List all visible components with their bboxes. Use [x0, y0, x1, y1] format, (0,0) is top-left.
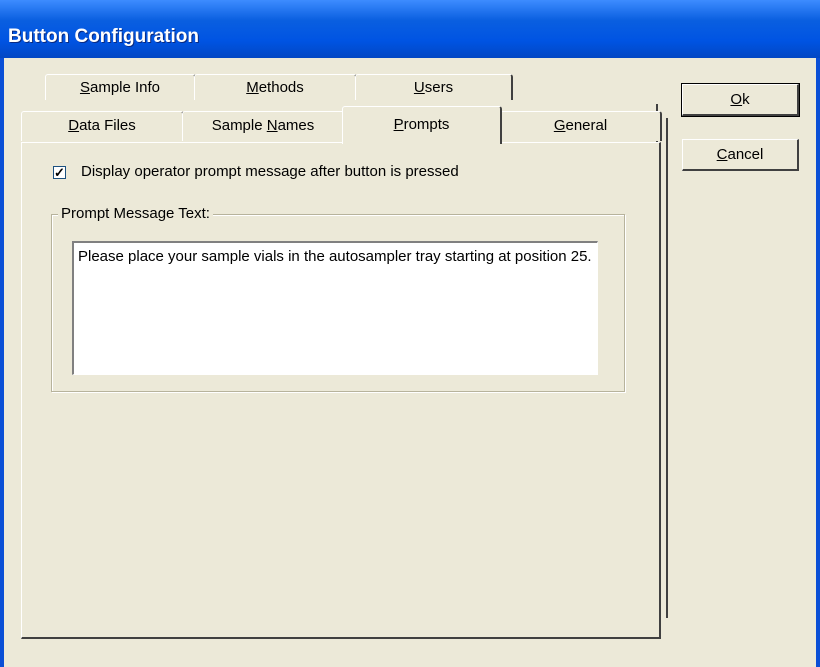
- tab-label: Prompts: [393, 116, 450, 133]
- display-prompt-label[interactable]: Display operator prompt message after bu…: [81, 163, 459, 180]
- tab-users[interactable]: Users: [355, 74, 513, 100]
- tab-label: General: [553, 117, 608, 134]
- tab-row-back-edge: [666, 118, 668, 618]
- tab-label-rest: ethods: [258, 79, 304, 96]
- tab-data-files[interactable]: Data Files: [21, 111, 184, 141]
- display-prompt-checkbox[interactable]: ✓: [53, 166, 66, 179]
- window-frame-left: [0, 58, 4, 667]
- tab-label: Sample Names: [211, 117, 315, 134]
- tab-label-rest: sers: [424, 79, 454, 96]
- prompt-message-textarea[interactable]: Please place your sample vials in the au…: [72, 241, 598, 375]
- tab-prompts[interactable]: Prompts: [342, 106, 502, 144]
- ok-button-label: Ok: [730, 91, 750, 108]
- tab-label: Data Files: [68, 117, 136, 134]
- tab-label: Methods: [246, 79, 304, 96]
- tab-label: Sample Info: [79, 79, 161, 96]
- title-bar[interactable]: Button Configuration: [0, 0, 820, 58]
- cancel-button[interactable]: Cancel: [682, 139, 799, 171]
- tab-label-rest: ata Files: [79, 117, 136, 134]
- tab-label-rest: eneral: [565, 117, 608, 134]
- tab-label: Users: [413, 79, 454, 96]
- cancel-button-label: Cancel: [716, 146, 764, 163]
- window-title: Button Configuration: [8, 26, 200, 47]
- tab-general[interactable]: General: [500, 111, 662, 141]
- tab-label-rest: ample Info: [89, 79, 161, 96]
- tab-panel-prompts: ✓ Display operator prompt message after …: [21, 142, 661, 639]
- window-frame-right: [816, 58, 820, 667]
- tab-sample-info[interactable]: Sample Info: [45, 74, 196, 100]
- tab-label-rest: rompts: [403, 116, 450, 133]
- prompt-message-group-label: Prompt Message Text:: [58, 205, 213, 222]
- prompt-message-group: Prompt Message Text: Please place your s…: [51, 205, 625, 392]
- tab-sample-names[interactable]: Sample Names: [182, 111, 345, 141]
- ok-button[interactable]: Ok: [681, 83, 800, 117]
- tab-methods[interactable]: Methods: [194, 74, 357, 100]
